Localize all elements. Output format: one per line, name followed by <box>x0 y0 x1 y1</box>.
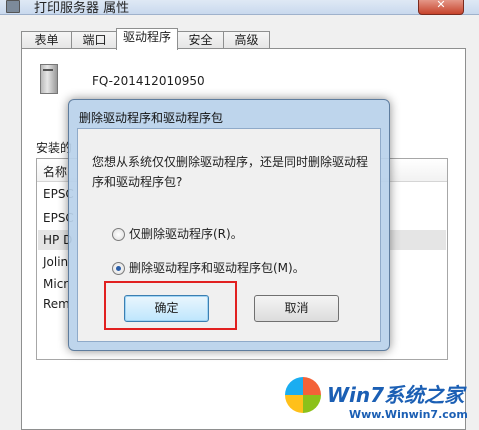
annotation-highlight-box <box>104 281 237 330</box>
window-title: 打印服务器 属性 <box>34 1 130 16</box>
close-button[interactable]: ✕ <box>418 0 464 15</box>
tab-ports[interactable]: 端口 <box>71 31 118 49</box>
tab-drivers[interactable]: 驱动程序 <box>116 28 178 50</box>
dialog-title: 删除驱动程序和驱动程序包 <box>79 111 224 125</box>
printer-server-icon <box>6 0 20 13</box>
radio-remove-driver-only[interactable] <box>112 228 125 241</box>
column-header-name[interactable]: 名称 <box>43 163 67 180</box>
watermark-logo: Win7系统之家 Www.Winwin7.com <box>285 375 475 427</box>
list-item[interactable]: Rem <box>43 297 70 311</box>
windows-logo-icon <box>285 377 321 413</box>
installed-drivers-label: 安装的 <box>36 141 73 155</box>
cancel-button[interactable]: 取消 <box>254 295 339 322</box>
radio-remove-driver-and-package[interactable] <box>112 262 125 275</box>
server-name: FQ-201412010950 <box>92 74 205 88</box>
tab-security[interactable]: 安全 <box>177 31 224 49</box>
list-item[interactable]: Jolin <box>43 255 68 269</box>
dialog-question: 您想从系统仅仅删除驱动程序，还是同时删除驱动程序和驱动程序包? <box>92 155 369 189</box>
list-item[interactable]: Micr <box>43 277 68 291</box>
watermark-url: Www.Winwin7.com <box>349 408 468 421</box>
window-titlebar: 打印服务器 属性 ✕ <box>0 0 479 16</box>
tab-advanced[interactable]: 高级 <box>223 31 270 49</box>
watermark-brand: Win7系统之家 <box>327 383 465 407</box>
tab-forms[interactable]: 表单 <box>21 31 72 49</box>
radio-label-driver-only[interactable]: 仅删除驱动程序(R)。 <box>129 225 243 242</box>
radio-label-driver-and-package[interactable]: 删除驱动程序和驱动程序包(M)。 <box>129 259 305 276</box>
server-computer-icon <box>40 64 58 94</box>
